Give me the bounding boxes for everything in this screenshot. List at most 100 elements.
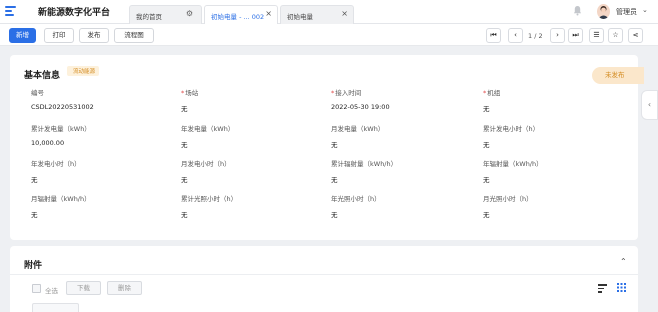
field-value: 无	[181, 211, 188, 219]
chevron-up-icon[interactable]: ⌃	[620, 257, 627, 266]
bell-icon[interactable]	[573, 5, 582, 16]
form-field: 年光照小时（h） 无	[331, 193, 381, 219]
select-all-checkbox[interactable]	[32, 284, 41, 293]
field-label: *机组	[483, 87, 500, 97]
tab-list[interactable]: 初始电量 ×	[280, 5, 354, 24]
tab-home[interactable]: 我的首页 ⚙	[129, 5, 202, 24]
field-label-text: 月辐射量（kWh/h）	[31, 195, 91, 203]
field-label: 月发电小时（h）	[181, 158, 231, 168]
form-field: 年发电量（kWh） 无	[181, 123, 234, 149]
form-field: 编号 CSDL20220531002	[31, 87, 94, 111]
prev-page-icon[interactable]: ‹	[508, 28, 523, 43]
field-value: 10,000.00	[31, 139, 65, 147]
next-page-icon[interactable]: ›	[550, 28, 565, 43]
section-title: 附件	[24, 261, 43, 271]
delete-button[interactable]: 删除	[107, 281, 142, 295]
field-label: 年辐射量（kWh/h）	[483, 158, 543, 168]
close-icon[interactable]: ×	[341, 9, 348, 18]
field-label: 累计发电量（kWh）	[31, 123, 91, 133]
attachments-card: 附件 ⌃ 全选 下载 删除	[10, 246, 638, 312]
field-value: 无	[31, 211, 38, 219]
add-button[interactable]: 新增	[9, 28, 36, 43]
field-label: 编号	[31, 87, 94, 97]
section-title: 基本信息	[24, 71, 61, 81]
username[interactable]: 管理员	[616, 7, 637, 17]
field-label-text: 月光照小时（h）	[483, 195, 533, 203]
print-button[interactable]: 打印	[44, 28, 74, 43]
required-marker: *	[331, 89, 335, 97]
field-value: 无	[331, 211, 338, 219]
field-label-text: 编号	[31, 89, 44, 97]
form-field: 月发电小时（h） 无	[181, 158, 231, 184]
field-label-text: 月发电小时（h）	[181, 160, 231, 168]
select-all-label: 全选	[45, 287, 58, 295]
tab-label: 初始电量 - ... 002	[211, 13, 265, 21]
field-label-text: 年辐射量（kWh/h）	[483, 160, 543, 168]
field-label: 年发电量（kWh）	[181, 123, 234, 133]
field-label-text: 接入时间	[335, 89, 362, 97]
form-field: *接入时间 2022-05-30 19:00	[331, 87, 390, 111]
grid-view-icon[interactable]	[617, 283, 626, 292]
field-label: 年光照小时（h）	[331, 193, 381, 203]
field-value: 无	[483, 105, 490, 113]
app-title: 新能源数字化平台	[38, 8, 111, 18]
status-tag: 流动能源	[67, 66, 100, 76]
field-value: 无	[331, 176, 338, 184]
list-view-icon[interactable]: ☰	[589, 28, 604, 43]
form-field: *机组无	[483, 87, 500, 113]
form-field: *场站无	[181, 87, 198, 113]
top-bar: 新能源数字化平台 我的首页 ⚙ 初始电量 - ... 002 × 初始电量 × …	[0, 0, 658, 24]
form-field: 累计光照小时（h） 无	[181, 193, 237, 219]
field-value: 无	[181, 105, 188, 113]
pager-indicator: 1 / 2	[528, 32, 543, 40]
field-label: 累计发电小时（h）	[483, 123, 539, 133]
field-value: CSDL20220531002	[31, 103, 94, 111]
field-label-text: 月发电量（kWh）	[331, 125, 385, 133]
publish-status-badge: 未发布	[592, 67, 644, 84]
tab-label: 初始电量	[287, 13, 313, 21]
chevron-left-icon[interactable]: ‹	[641, 90, 658, 120]
field-label: 累计光照小时（h）	[181, 193, 237, 203]
field-label: 月光照小时（h）	[483, 193, 533, 203]
field-value: 无	[31, 176, 38, 184]
attachment-thumbnail[interactable]	[32, 303, 79, 312]
field-value: 无	[483, 141, 490, 149]
gear-icon[interactable]: ⚙	[186, 9, 193, 18]
first-page-icon[interactable]: ⏮	[486, 28, 501, 43]
field-label-text: 累计发电小时（h）	[483, 125, 540, 133]
share-icon[interactable]: ⋖	[628, 28, 643, 43]
action-toolbar: 新增 打印 发布 流程图 ⏮ ‹ 1 / 2 › ⏭ ☰ ☆ ⋖	[0, 24, 658, 46]
form-field: 累计辐射量（kWh/h） 无	[331, 158, 397, 184]
field-value: 无	[483, 211, 490, 219]
field-label-text: 累计发电量（kWh）	[31, 125, 91, 133]
field-label: 月发电量（kWh）	[331, 123, 384, 133]
field-label-text: 累计光照小时（h）	[181, 195, 238, 203]
field-label: 年发电小时（h）	[31, 158, 81, 168]
last-page-icon[interactable]: ⏭	[568, 28, 583, 43]
download-button[interactable]: 下载	[66, 281, 101, 295]
tab-label: 我的首页	[136, 13, 162, 21]
field-label-text: 累计辐射量（kWh/h）	[331, 160, 398, 168]
field-value: 无	[181, 141, 188, 149]
field-value: 无	[483, 176, 490, 184]
field-label-text: 年发电量（kWh）	[181, 125, 235, 133]
form-field: 年发电小时（h） 无	[31, 158, 81, 184]
divider	[10, 274, 638, 275]
close-icon[interactable]: ×	[265, 9, 272, 18]
required-marker: *	[181, 89, 185, 97]
field-label: *场站	[181, 87, 198, 97]
basic-info-card: 基本信息 流动能源 未发布 编号 CSDL20220531002 *场站无 *接入时间…	[10, 55, 644, 240]
publish-button[interactable]: 发布	[79, 28, 109, 43]
flowchart-button[interactable]: 流程图	[114, 28, 154, 43]
tab-record[interactable]: 初始电量 - ... 002 ×	[204, 5, 278, 24]
form-field: 年辐射量（kWh/h） 无	[483, 158, 543, 184]
field-label: 累计辐射量（kWh/h）	[331, 158, 397, 168]
form-field: 月辐射量（kWh/h） 无	[31, 193, 91, 219]
list-view-icon[interactable]	[598, 284, 607, 293]
chevron-down-icon[interactable]: ⌄	[642, 6, 648, 14]
star-icon[interactable]: ☆	[608, 28, 623, 43]
form-field: 月光照小时（h） 无	[483, 193, 533, 219]
form-field: 累计发电小时（h） 无	[483, 123, 539, 149]
avatar[interactable]	[597, 4, 610, 19]
menu-icon[interactable]	[5, 6, 16, 17]
